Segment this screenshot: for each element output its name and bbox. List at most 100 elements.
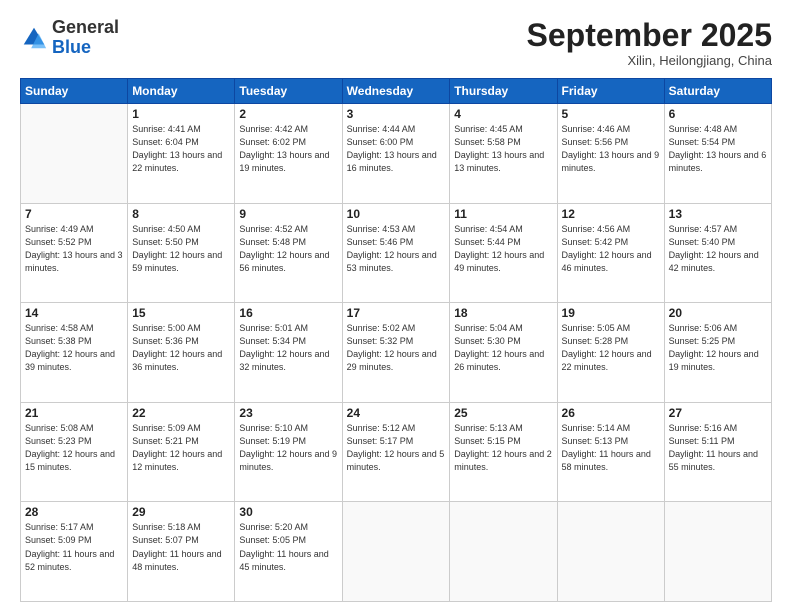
week-row-1: 1 Sunrise: 4:41 AM Sunset: 6:04 PM Daylig… — [21, 104, 772, 204]
day-detail: Sunrise: 5:17 AM Sunset: 5:09 PM Dayligh… — [25, 521, 123, 573]
header-sunday: Sunday — [21, 79, 128, 104]
day-detail: Sunrise: 5:10 AM Sunset: 5:19 PM Dayligh… — [239, 422, 337, 474]
day-number: 22 — [132, 406, 230, 420]
header-friday: Friday — [557, 79, 664, 104]
day-detail: Sunrise: 5:14 AM Sunset: 5:13 PM Dayligh… — [562, 422, 660, 474]
calendar-cell — [664, 502, 771, 602]
day-number: 29 — [132, 505, 230, 519]
calendar-cell: 20 Sunrise: 5:06 AM Sunset: 5:25 PM Dayli… — [664, 303, 771, 403]
calendar-cell: 3 Sunrise: 4:44 AM Sunset: 6:00 PM Daylig… — [342, 104, 450, 204]
day-number: 30 — [239, 505, 337, 519]
day-number: 26 — [562, 406, 660, 420]
header-tuesday: Tuesday — [235, 79, 342, 104]
calendar-cell — [21, 104, 128, 204]
day-detail: Sunrise: 4:42 AM Sunset: 6:02 PM Dayligh… — [239, 123, 337, 175]
header-thursday: Thursday — [450, 79, 557, 104]
day-detail: Sunrise: 5:00 AM Sunset: 5:36 PM Dayligh… — [132, 322, 230, 374]
day-detail: Sunrise: 5:20 AM Sunset: 5:05 PM Dayligh… — [239, 521, 337, 573]
calendar-cell — [557, 502, 664, 602]
calendar-cell: 29 Sunrise: 5:18 AM Sunset: 5:07 PM Dayli… — [128, 502, 235, 602]
calendar-cell: 21Sunrise: 5:08 AM Sunset: 5:23 PM Dayli… — [21, 402, 128, 502]
day-detail: Sunrise: 5:06 AM Sunset: 5:25 PM Dayligh… — [669, 322, 767, 374]
day-detail: Sunrise: 5:05 AM Sunset: 5:28 PM Dayligh… — [562, 322, 660, 374]
calendar-cell: 17Sunrise: 5:02 AM Sunset: 5:32 PM Dayli… — [342, 303, 450, 403]
day-number: 8 — [132, 207, 230, 221]
day-detail: Sunrise: 4:50 AM Sunset: 5:50 PM Dayligh… — [132, 223, 230, 275]
day-number: 27 — [669, 406, 767, 420]
day-detail: Sunrise: 5:08 AM Sunset: 5:23 PM Dayligh… — [25, 422, 123, 474]
header-saturday: Saturday — [664, 79, 771, 104]
week-row-5: 28Sunrise: 5:17 AM Sunset: 5:09 PM Dayli… — [21, 502, 772, 602]
calendar-cell: 11Sunrise: 4:54 AM Sunset: 5:44 PM Dayli… — [450, 203, 557, 303]
calendar-cell: 23Sunrise: 5:10 AM Sunset: 5:19 PM Dayli… — [235, 402, 342, 502]
day-number: 17 — [347, 306, 446, 320]
calendar-cell: 4 Sunrise: 4:45 AM Sunset: 5:58 PM Daylig… — [450, 104, 557, 204]
calendar-cell: 26 Sunrise: 5:14 AM Sunset: 5:13 PM Dayli… — [557, 402, 664, 502]
page: General Blue September 2025 Xilin, Heilo… — [0, 0, 792, 612]
calendar-cell: 25Sunrise: 5:13 AM Sunset: 5:15 PM Dayli… — [450, 402, 557, 502]
calendar-cell: 15 Sunrise: 5:00 AM Sunset: 5:36 PM Dayli… — [128, 303, 235, 403]
week-row-3: 14 Sunrise: 4:58 AM Sunset: 5:38 PM Dayli… — [21, 303, 772, 403]
day-number: 15 — [132, 306, 230, 320]
logo: General Blue — [20, 18, 119, 58]
calendar-cell: 2 Sunrise: 4:42 AM Sunset: 6:02 PM Daylig… — [235, 104, 342, 204]
day-number: 20 — [669, 306, 767, 320]
day-detail: Sunrise: 4:48 AM Sunset: 5:54 PM Dayligh… — [669, 123, 767, 175]
calendar-table: Sunday Monday Tuesday Wednesday Thursday… — [20, 78, 772, 602]
day-number: 4 — [454, 107, 552, 121]
calendar-cell: 10 Sunrise: 4:53 AM Sunset: 5:46 PM Dayli… — [342, 203, 450, 303]
calendar-cell: 13 Sunrise: 4:57 AM Sunset: 5:40 PM Dayli… — [664, 203, 771, 303]
logo-text: General Blue — [52, 18, 119, 58]
day-detail: Sunrise: 4:53 AM Sunset: 5:46 PM Dayligh… — [347, 223, 446, 275]
day-detail: Sunrise: 5:18 AM Sunset: 5:07 PM Dayligh… — [132, 521, 230, 573]
day-detail: Sunrise: 5:04 AM Sunset: 5:30 PM Dayligh… — [454, 322, 552, 374]
calendar-cell: 8 Sunrise: 4:50 AM Sunset: 5:50 PM Daylig… — [128, 203, 235, 303]
logo-blue: Blue — [52, 37, 91, 57]
week-row-2: 7Sunrise: 4:49 AM Sunset: 5:52 PM Daylig… — [21, 203, 772, 303]
day-detail: Sunrise: 4:57 AM Sunset: 5:40 PM Dayligh… — [669, 223, 767, 275]
day-number: 13 — [669, 207, 767, 221]
calendar-cell: 19 Sunrise: 5:05 AM Sunset: 5:28 PM Dayli… — [557, 303, 664, 403]
day-number: 9 — [239, 207, 337, 221]
calendar-cell: 5Sunrise: 4:46 AM Sunset: 5:56 PM Daylig… — [557, 104, 664, 204]
day-number: 1 — [132, 107, 230, 121]
header-wednesday: Wednesday — [342, 79, 450, 104]
day-number: 3 — [347, 107, 446, 121]
day-detail: Sunrise: 4:41 AM Sunset: 6:04 PM Dayligh… — [132, 123, 230, 175]
week-row-4: 21Sunrise: 5:08 AM Sunset: 5:23 PM Dayli… — [21, 402, 772, 502]
day-number: 24 — [347, 406, 446, 420]
day-number: 2 — [239, 107, 337, 121]
location-subtitle: Xilin, Heilongjiang, China — [527, 53, 772, 68]
day-detail: Sunrise: 5:13 AM Sunset: 5:15 PM Dayligh… — [454, 422, 552, 474]
day-number: 18 — [454, 306, 552, 320]
calendar-cell: 6 Sunrise: 4:48 AM Sunset: 5:54 PM Daylig… — [664, 104, 771, 204]
logo-general: General — [52, 17, 119, 37]
day-number: 14 — [25, 306, 123, 320]
day-number: 11 — [454, 207, 552, 221]
calendar-cell: 18 Sunrise: 5:04 AM Sunset: 5:30 PM Dayli… — [450, 303, 557, 403]
day-number: 12 — [562, 207, 660, 221]
calendar-cell: 16Sunrise: 5:01 AM Sunset: 5:34 PM Dayli… — [235, 303, 342, 403]
day-detail: Sunrise: 4:45 AM Sunset: 5:58 PM Dayligh… — [454, 123, 552, 175]
calendar-cell: 24Sunrise: 5:12 AM Sunset: 5:17 PM Dayli… — [342, 402, 450, 502]
calendar-cell: 22 Sunrise: 5:09 AM Sunset: 5:21 PM Dayli… — [128, 402, 235, 502]
calendar-cell: 28Sunrise: 5:17 AM Sunset: 5:09 PM Dayli… — [21, 502, 128, 602]
day-detail: Sunrise: 4:52 AM Sunset: 5:48 PM Dayligh… — [239, 223, 337, 275]
day-number: 10 — [347, 207, 446, 221]
day-detail: Sunrise: 4:44 AM Sunset: 6:00 PM Dayligh… — [347, 123, 446, 175]
day-number: 5 — [562, 107, 660, 121]
calendar-cell — [342, 502, 450, 602]
logo-icon — [20, 24, 48, 52]
calendar-cell — [450, 502, 557, 602]
day-number: 6 — [669, 107, 767, 121]
calendar-cell: 9 Sunrise: 4:52 AM Sunset: 5:48 PM Daylig… — [235, 203, 342, 303]
day-detail: Sunrise: 5:09 AM Sunset: 5:21 PM Dayligh… — [132, 422, 230, 474]
day-detail: Sunrise: 5:16 AM Sunset: 5:11 PM Dayligh… — [669, 422, 767, 474]
header-monday: Monday — [128, 79, 235, 104]
calendar-cell: 30 Sunrise: 5:20 AM Sunset: 5:05 PM Dayli… — [235, 502, 342, 602]
day-detail: Sunrise: 5:01 AM Sunset: 5:34 PM Dayligh… — [239, 322, 337, 374]
day-number: 19 — [562, 306, 660, 320]
day-detail: Sunrise: 4:56 AM Sunset: 5:42 PM Dayligh… — [562, 223, 660, 275]
header: General Blue September 2025 Xilin, Heilo… — [20, 18, 772, 68]
day-detail: Sunrise: 4:58 AM Sunset: 5:38 PM Dayligh… — [25, 322, 123, 374]
